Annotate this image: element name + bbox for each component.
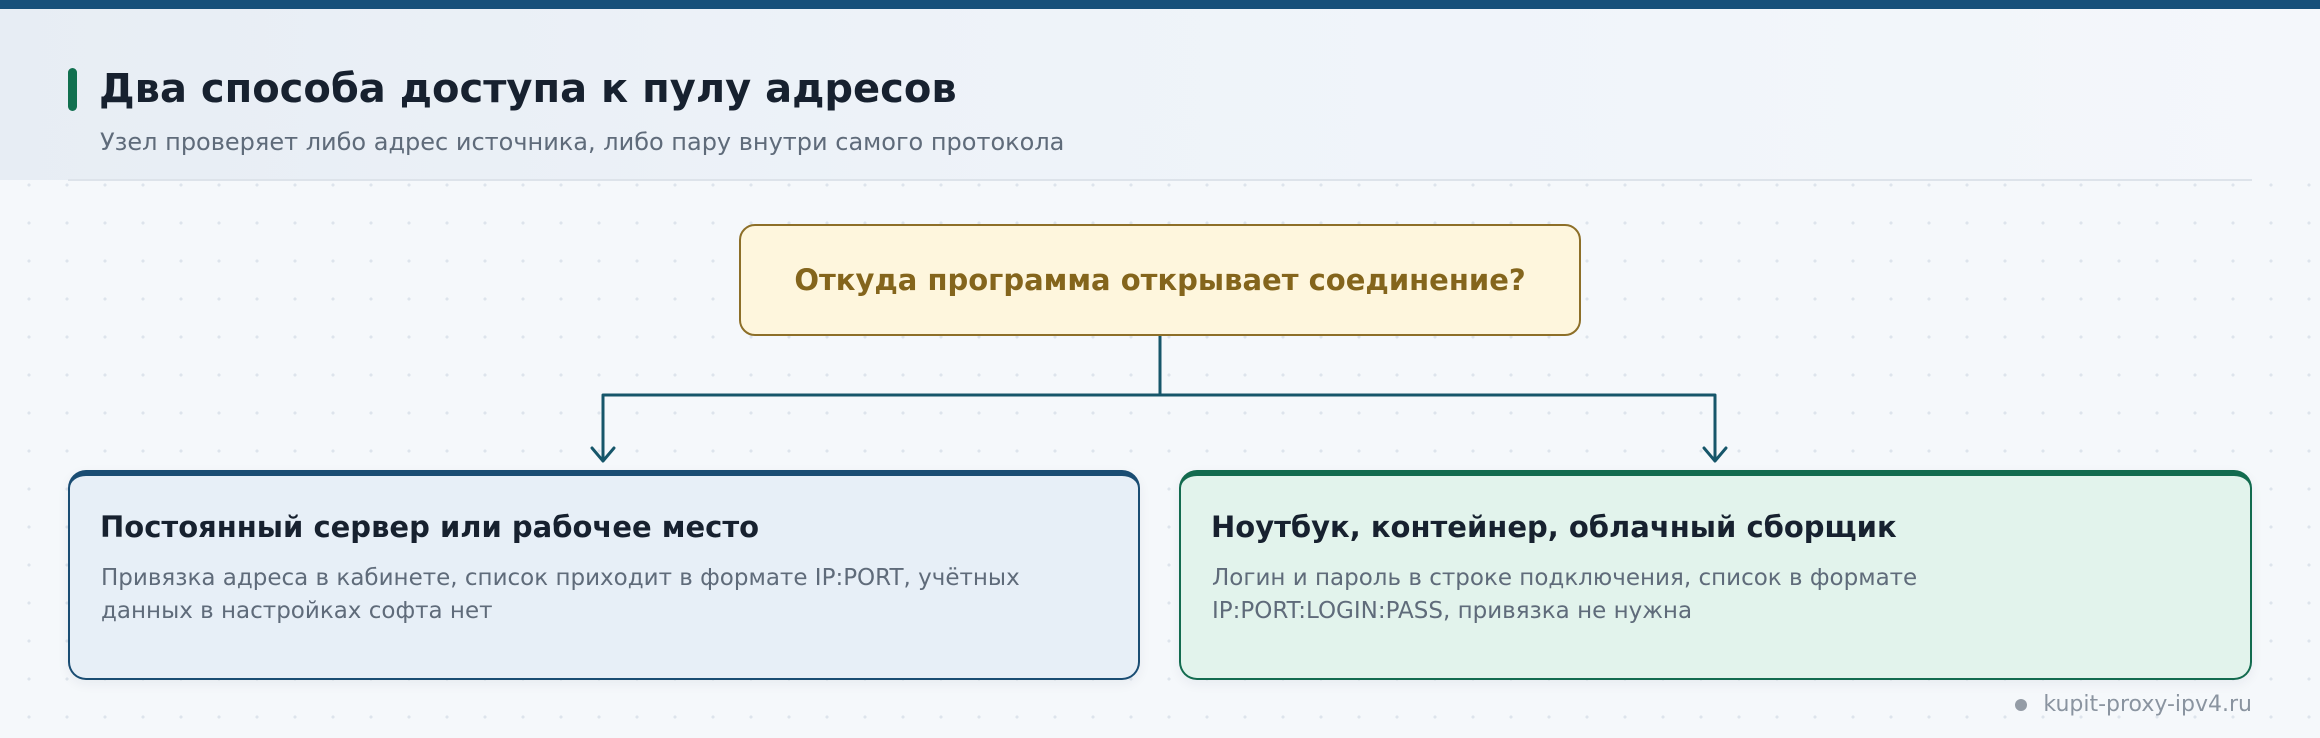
decision-question-box: Откуда программа открывает соединение? (739, 224, 1581, 336)
decision-question-text: Откуда программа открывает соединение? (794, 263, 1526, 297)
connector-branch-left (601, 393, 1162, 462)
option-card-mobile-client: Ноутбук, контейнер, облачный сборщик Лог… (1179, 470, 2252, 680)
footer-site-link[interactable]: kupit-proxy-ipv4.ru (2043, 690, 2252, 720)
option-card-description: Привязка адреса в кабинете, список прихо… (101, 565, 1020, 624)
connector-branch-right (1158, 393, 1717, 462)
option-card-description: Логин и пароль в строке подключения, спи… (1212, 565, 1918, 624)
option-card-title: Ноутбук, контейнер, облачный сборщик (1211, 510, 1897, 544)
footer-bullet-icon (2015, 699, 2027, 711)
option-card-static-server: Постоянный сервер или рабочее место Прив… (68, 470, 1140, 680)
option-card-title: Постоянный сервер или рабочее место (100, 510, 760, 544)
